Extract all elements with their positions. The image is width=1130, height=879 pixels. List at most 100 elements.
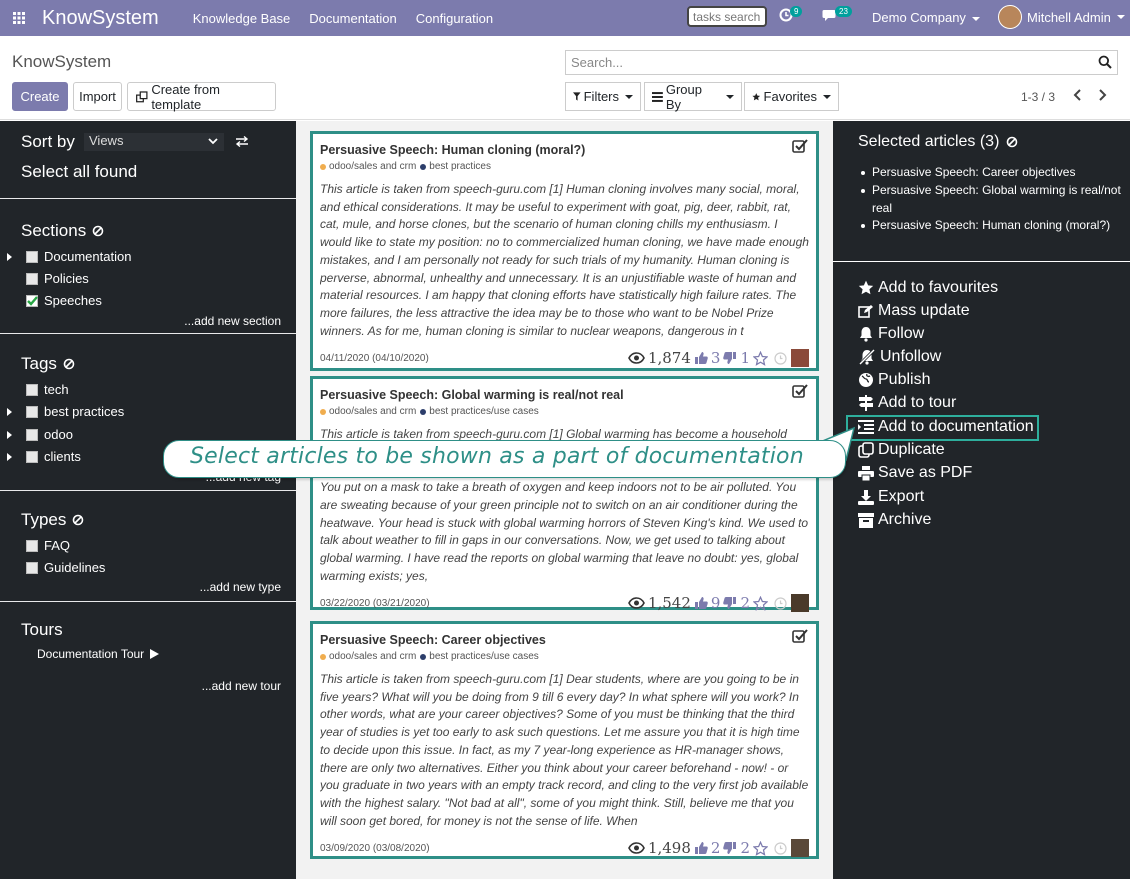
create-from-template-button[interactable]: Create from template xyxy=(127,82,276,112)
thumbs-down-icon[interactable] xyxy=(723,841,737,855)
add-new-tour-link[interactable]: ...add new tour xyxy=(202,679,281,693)
expand-icon[interactable] xyxy=(7,430,12,439)
activity-button[interactable]: 9 xyxy=(779,5,803,22)
star-outline-icon[interactable] xyxy=(753,595,768,611)
checkbox[interactable] xyxy=(26,405,38,418)
tour-label: Documentation Tour xyxy=(37,647,145,661)
create-button[interactable]: Create xyxy=(12,82,68,111)
checkbox[interactable] xyxy=(26,428,38,441)
section-documentation[interactable]: Documentation xyxy=(7,249,131,264)
tag-label: tech xyxy=(44,382,69,397)
type-guidelines[interactable]: Guidelines xyxy=(7,560,105,575)
thumbs-down-icon[interactable] xyxy=(723,351,737,365)
tag-clients[interactable]: clients xyxy=(7,449,81,464)
chevron-left-icon[interactable] xyxy=(1072,89,1082,101)
type-faq[interactable]: FAQ xyxy=(7,538,70,553)
duplicate-action[interactable]: Duplicate xyxy=(858,441,945,459)
menu-knowledge-base[interactable]: Knowledge Base xyxy=(193,11,291,26)
divider xyxy=(833,261,1130,262)
sort-select[interactable]: Views xyxy=(84,133,224,151)
messages-button[interactable]: 23 xyxy=(822,5,852,22)
menu-configuration[interactable]: Configuration xyxy=(416,11,493,26)
breadcrumb: KnowSystem xyxy=(12,52,112,71)
expand-icon[interactable] xyxy=(7,252,12,261)
ban-icon[interactable] xyxy=(72,514,84,526)
add-to-favourites-action[interactable]: Add to favourites xyxy=(858,279,998,297)
add-new-section-link[interactable]: ...add new section xyxy=(184,314,281,328)
article-title[interactable]: Persuasive Speech: Career objectives xyxy=(320,633,809,647)
callout-text: Select articles to be shown as a part of… xyxy=(190,444,804,469)
follow-action[interactable]: Follow xyxy=(858,325,924,343)
article-title[interactable]: Persuasive Speech: Global warming is rea… xyxy=(320,388,809,402)
search-icon[interactable] xyxy=(1098,55,1112,69)
thumbs-down-icon[interactable] xyxy=(723,596,737,610)
likes-count: 3 xyxy=(710,349,721,367)
star-outline-icon[interactable] xyxy=(753,350,768,366)
checkbox[interactable] xyxy=(26,450,38,463)
author-avatar xyxy=(791,839,809,857)
thumbs-up-icon[interactable] xyxy=(694,351,708,365)
checkbox-checked[interactable] xyxy=(26,294,38,307)
select-all-found-link[interactable]: Select all found xyxy=(21,162,137,182)
mass-update-action[interactable]: Mass update xyxy=(858,302,970,320)
favorites-button[interactable]: Favorites xyxy=(744,82,839,111)
search-input[interactable]: Search... xyxy=(565,50,1118,75)
checked-box-icon[interactable] xyxy=(792,384,808,398)
publish-action[interactable]: Publish xyxy=(858,371,930,389)
play-icon[interactable] xyxy=(150,649,160,659)
apps-menu-icon[interactable] xyxy=(6,12,32,24)
user-menu[interactable]: Mitchell Admin xyxy=(998,5,1125,29)
unfollow-action[interactable]: Unfollow xyxy=(858,348,941,366)
tasks-search-input[interactable]: tasks search xyxy=(687,6,767,27)
checkbox[interactable] xyxy=(26,539,38,552)
checked-box-icon[interactable] xyxy=(792,139,808,153)
section-speeches[interactable]: Speeches xyxy=(7,293,102,308)
sort-direction-icon[interactable] xyxy=(235,136,249,147)
checkbox[interactable] xyxy=(26,383,38,396)
filters-button[interactable]: Filters xyxy=(565,82,641,111)
expand-icon[interactable] xyxy=(7,407,12,416)
group-by-button[interactable]: Group By xyxy=(644,82,742,112)
ban-icon[interactable] xyxy=(63,358,75,370)
tag-best-practices[interactable]: best practices xyxy=(7,404,124,419)
ban-icon[interactable] xyxy=(1006,136,1018,148)
list-item[interactable]: Persuasive Speech: Global warming is rea… xyxy=(861,182,1127,218)
tour-documentation[interactable]: Documentation Tour xyxy=(37,647,160,661)
chevron-right-icon[interactable] xyxy=(1098,89,1108,101)
edit-icon xyxy=(858,304,873,318)
likes-count: 9 xyxy=(710,594,721,612)
checkbox[interactable] xyxy=(26,272,38,285)
tag-odoo[interactable]: odoo xyxy=(7,427,73,442)
import-button[interactable]: Import xyxy=(73,82,122,111)
expand-icon[interactable] xyxy=(7,452,12,461)
list-item[interactable]: Persuasive Speech: Human cloning (moral?… xyxy=(861,217,1127,235)
export-action[interactable]: Export xyxy=(858,488,924,506)
star-outline-icon[interactable] xyxy=(753,840,768,856)
thumbs-up-icon[interactable] xyxy=(694,841,708,855)
checkbox[interactable] xyxy=(26,561,38,574)
article-title[interactable]: Persuasive Speech: Human cloning (moral?… xyxy=(320,143,809,157)
article-footer: 03/09/2020 (03/08/2020) 1,498 2 2 xyxy=(320,836,809,860)
checkbox[interactable] xyxy=(26,250,38,263)
app-brand[interactable]: KnowSystem xyxy=(42,7,159,30)
article-card[interactable]: Persuasive Speech: Career objectives odo… xyxy=(310,621,819,859)
company-switcher[interactable]: Demo Company xyxy=(872,10,980,25)
tag-tech[interactable]: tech xyxy=(7,382,69,397)
eye-icon xyxy=(628,597,645,609)
ban-icon[interactable] xyxy=(92,225,104,237)
article-card[interactable]: Persuasive Speech: Global warming is rea… xyxy=(310,376,819,612)
article-card[interactable]: Persuasive Speech: Human cloning (moral?… xyxy=(310,131,819,371)
archive-action[interactable]: Archive xyxy=(858,511,931,529)
save-as-pdf-action[interactable]: Save as PDF xyxy=(858,464,972,482)
sort-value: Views xyxy=(89,133,124,148)
action-label: Add to favourites xyxy=(878,279,999,296)
add-new-type-link[interactable]: ...add new type xyxy=(200,580,281,594)
action-label: Unfollow xyxy=(880,348,942,365)
dislikes-count: 2 xyxy=(740,839,750,857)
thumbs-up-icon[interactable] xyxy=(694,596,708,610)
section-policies[interactable]: Policies xyxy=(7,271,89,286)
list-item[interactable]: Persuasive Speech: Career objectives xyxy=(861,164,1127,182)
menu-documentation[interactable]: Documentation xyxy=(309,11,396,26)
checked-box-icon[interactable] xyxy=(792,629,808,643)
add-to-tour-action[interactable]: Add to tour xyxy=(858,394,956,412)
